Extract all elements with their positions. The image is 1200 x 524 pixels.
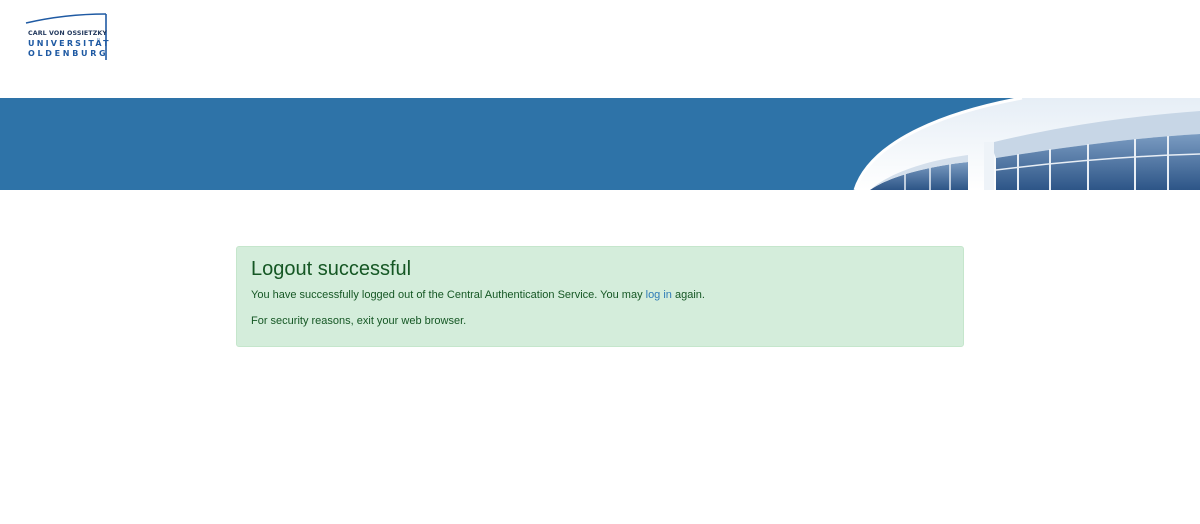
- security-note: For security reasons, exit your web brow…: [251, 315, 467, 327]
- logo-line-3: OLDENBURG: [28, 49, 109, 58]
- logout-message: You have successfully logged out of the …: [251, 288, 949, 302]
- logout-message-suffix: again.: [671, 289, 705, 301]
- header-banner: [0, 98, 1200, 190]
- university-logo[interactable]: CARL VON OSSIETZKY UNIVERSITÄT OLDENBURG: [25, 13, 109, 61]
- log-in-link[interactable]: log in: [646, 289, 672, 301]
- logout-message-prefix: You have successfully logged out of the …: [251, 289, 646, 301]
- logo-line-2: UNIVERSITÄT: [28, 39, 111, 48]
- building-image: [853, 98, 1200, 190]
- header: CARL VON OSSIETZKY UNIVERSITÄT OLDENBURG: [0, 0, 1200, 98]
- alert-title: Logout successful: [251, 258, 412, 280]
- logout-success-alert: Logout successful You have successfully …: [236, 246, 964, 347]
- logout-page: CARL VON OSSIETZKY UNIVERSITÄT OLDENBURG: [0, 0, 1200, 524]
- logo-line-1: CARL VON OSSIETZKY: [28, 30, 108, 37]
